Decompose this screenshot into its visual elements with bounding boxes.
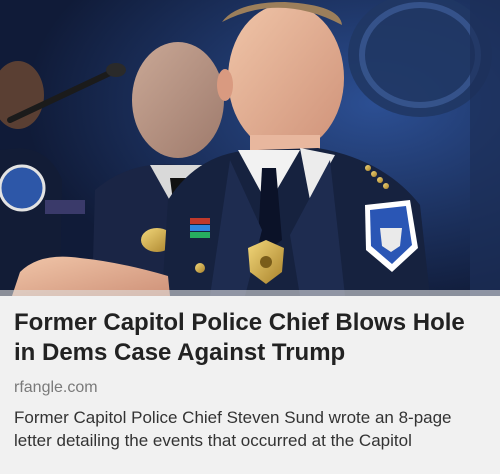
article-headline[interactable]: Former Capitol Police Chief Blows Hole i… — [14, 308, 490, 368]
hearing-photo-illustration — [0, 0, 500, 296]
article-meta[interactable]: Former Capitol Police Chief Blows Hole i… — [0, 296, 500, 474]
article-description: Former Capitol Police Chief Steven Sund … — [14, 408, 452, 450]
news-link-preview-card[interactable]: Former Capitol Police Chief Blows Hole i… — [0, 0, 500, 474]
article-source: rfangle.com — [14, 379, 98, 396]
article-photo[interactable] — [0, 0, 500, 296]
